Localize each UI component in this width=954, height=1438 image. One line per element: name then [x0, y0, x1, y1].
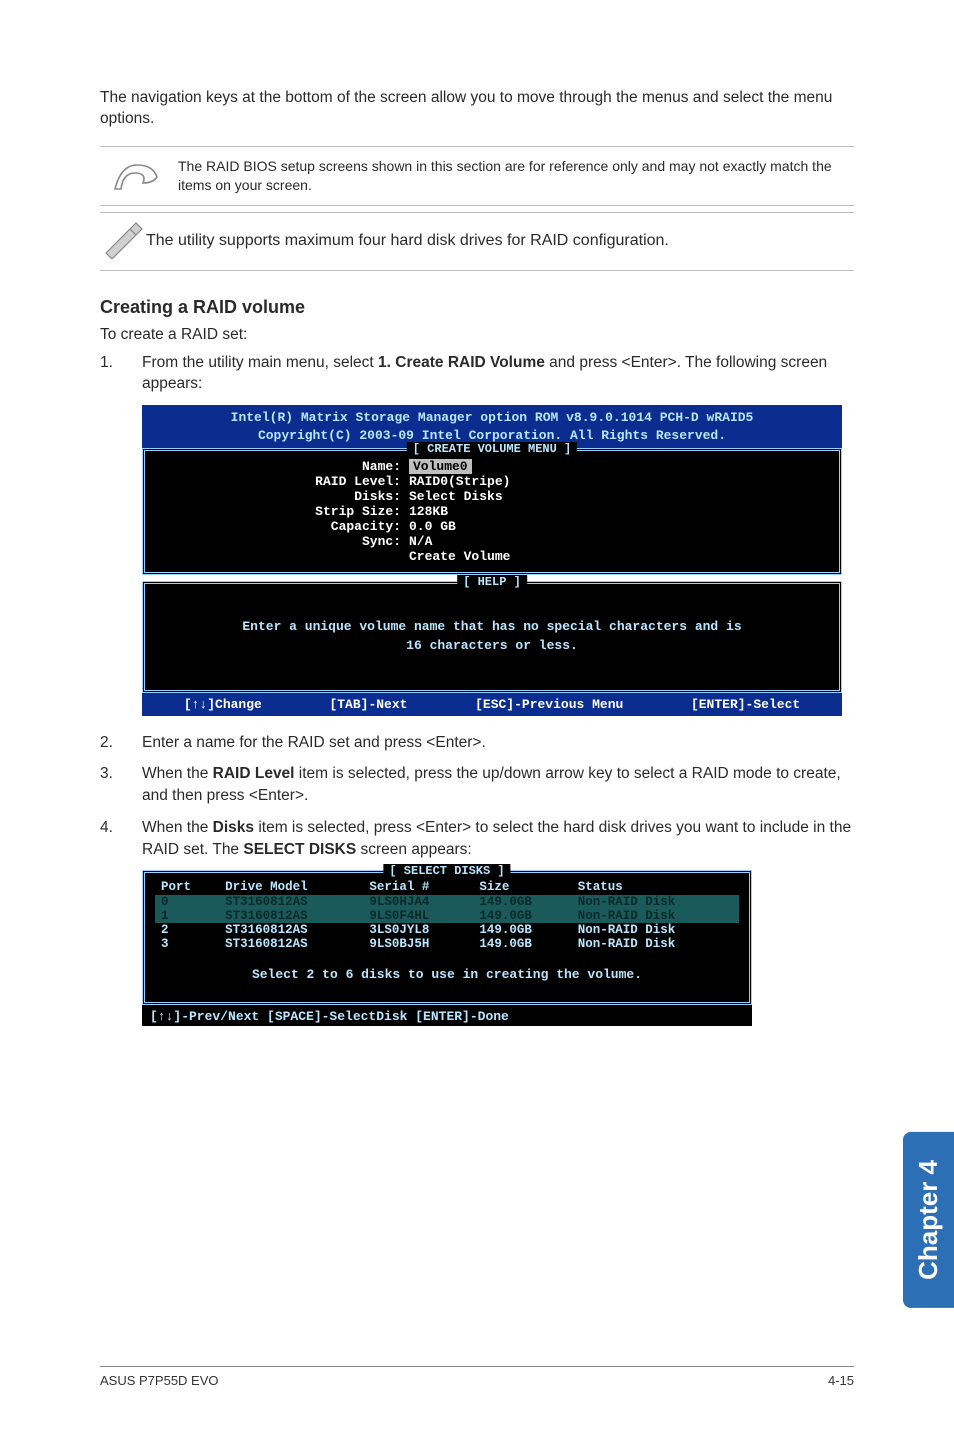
field-disks-value[interactable]: Select Disks	[409, 489, 503, 504]
field-disks-label: Disks:	[159, 489, 409, 504]
select-disks-footer-keys: [↑↓]-Prev/Next [SPACE]-SelectDisk [ENTER…	[142, 1005, 752, 1026]
note-box-2: The utility supports maximum four hard d…	[100, 212, 854, 271]
bios-help-panel: [ HELP ] Enter a unique volume name that…	[142, 581, 842, 693]
field-strip-value[interactable]: 128KB	[409, 504, 448, 519]
cell-serial: 9LS0F4HL	[363, 909, 473, 923]
step-3: 3. When the RAID Level item is selected,…	[100, 763, 854, 806]
key-prev: [ESC]-Previous Menu	[475, 697, 623, 712]
step-1: 1. From the utility main menu, select 1.…	[100, 352, 854, 395]
cell-serial: 9LS0HJA4	[363, 895, 473, 909]
cell-model: ST3160812AS	[219, 923, 363, 937]
step-2: 2. Enter a name for the RAID set and pre…	[100, 732, 854, 754]
cell-model: ST3160812AS	[219, 909, 363, 923]
cell-serial: 3LS0JYL8	[363, 923, 473, 937]
bios-create-volume-screen: Intel(R) Matrix Storage Manager option R…	[142, 405, 842, 716]
cell-size: 149.0GB	[473, 923, 571, 937]
key-next: [TAB]-Next	[329, 697, 407, 712]
bios-header-line1: Intel(R) Matrix Storage Manager option R…	[150, 409, 834, 427]
page-footer: ASUS P7P55D EVO 4-15	[100, 1366, 854, 1388]
cell-port: 3	[155, 937, 219, 951]
table-row[interactable]: 1 ST3160812AS 9LS0F4HL 149.0GB Non-RAID …	[155, 909, 739, 923]
col-model: Drive Model	[219, 879, 363, 895]
step-1-text-pre: From the utility main menu, select	[142, 354, 378, 371]
cell-size: 149.0GB	[473, 895, 571, 909]
table-row[interactable]: 3 ST3160812AS 9LS0BJ5H 149.0GB Non-RAID …	[155, 937, 739, 951]
select-disks-table: Port Drive Model Serial # Size Status 0 …	[155, 879, 739, 951]
step-4-pre: When the	[142, 819, 213, 836]
note-2-text: The utility supports maximum four hard d…	[146, 232, 669, 250]
step-3-pre: When the	[142, 765, 213, 782]
cell-status: Non-RAID Disk	[572, 923, 739, 937]
bios-panel1-title: [ CREATE VOLUME MENU ]	[407, 442, 577, 456]
cell-port: 0	[155, 895, 219, 909]
col-size: Size	[473, 879, 571, 895]
chapter-tab: Chapter 4	[903, 1132, 954, 1308]
step-2-text: Enter a name for the RAID set and press …	[142, 732, 854, 754]
footer-right: 4-15	[828, 1373, 854, 1388]
help-line-1: Enter a unique volume name that has no s…	[169, 618, 815, 637]
bios-select-disks-panel: [ SELECT DISKS ] Port Drive Model Serial…	[142, 870, 752, 1005]
note-hand-icon	[100, 159, 172, 193]
cell-port: 2	[155, 923, 219, 937]
cell-size: 149.0GB	[473, 909, 571, 923]
step-3-bold: RAID Level	[213, 765, 295, 782]
section-subline: To create a RAID set:	[100, 326, 854, 344]
col-port: Port	[155, 879, 219, 895]
field-raid-label: RAID Level:	[159, 474, 409, 489]
step-4-num: 4.	[100, 817, 142, 860]
field-strip-label: Strip Size:	[159, 504, 409, 519]
table-header-row: Port Drive Model Serial # Size Status	[155, 879, 739, 895]
step-1-bold: 1. Create RAID Volume	[378, 354, 545, 371]
field-sync-label: Sync:	[159, 534, 409, 549]
field-raid-value[interactable]: RAID0(Stripe)	[409, 474, 510, 489]
field-capacity-value[interactable]: 0.0 GB	[409, 519, 456, 534]
select-disks-msg: Select 2 to 6 disks to use in creating t…	[155, 967, 739, 982]
step-4: 4. When the Disks item is selected, pres…	[100, 817, 854, 860]
field-sync-value: N/A	[409, 534, 432, 549]
step-4-bold1: Disks	[213, 819, 254, 836]
step-2-num: 2.	[100, 732, 142, 754]
intro-paragraph: The navigation keys at the bottom of the…	[100, 88, 854, 130]
cell-model: ST3160812AS	[219, 895, 363, 909]
col-status: Status	[572, 879, 739, 895]
section-heading: Creating a RAID volume	[100, 297, 854, 318]
table-row[interactable]: 2 ST3160812AS 3LS0JYL8 149.0GB Non-RAID …	[155, 923, 739, 937]
bios-panel2-title: [ HELP ]	[457, 575, 527, 589]
note-1-text: The RAID BIOS setup screens shown in thi…	[172, 153, 854, 199]
bios2-panel-title: [ SELECT DISKS ]	[383, 864, 510, 878]
step-4-post: screen appears:	[356, 841, 471, 858]
field-capacity-label: Capacity:	[159, 519, 409, 534]
cell-serial: 9LS0BJ5H	[363, 937, 473, 951]
step-1-num: 1.	[100, 352, 142, 395]
note-pencil-icon	[100, 219, 146, 264]
step-3-num: 3.	[100, 763, 142, 806]
help-line-2: 16 characters or less.	[169, 637, 815, 656]
cell-size: 149.0GB	[473, 937, 571, 951]
create-volume-action[interactable]: Create Volume	[409, 549, 510, 564]
footer-left: ASUS P7P55D EVO	[100, 1373, 219, 1388]
table-row[interactable]: 0 ST3160812AS 9LS0HJA4 149.0GB Non-RAID …	[155, 895, 739, 909]
cell-model: ST3160812AS	[219, 937, 363, 951]
key-change: [↑↓]Change	[184, 697, 262, 712]
cell-status: Non-RAID Disk	[572, 937, 739, 951]
bios-create-volume-panel: [ CREATE VOLUME MENU ] Name:Volume0 RAID…	[142, 448, 842, 575]
key-select: [ENTER]-Select	[691, 697, 800, 712]
note-box-1: The RAID BIOS setup screens shown in thi…	[100, 146, 854, 206]
field-name-label: Name:	[159, 459, 409, 474]
cell-port: 1	[155, 909, 219, 923]
bios-footer-keys: [↑↓]Change [TAB]-Next [ESC]-Previous Men…	[142, 693, 842, 716]
cell-status: Non-RAID Disk	[572, 909, 739, 923]
field-name-value[interactable]: Volume0	[409, 459, 472, 474]
col-serial: Serial #	[363, 879, 473, 895]
bios-select-disks-screen: [ SELECT DISKS ] Port Drive Model Serial…	[142, 870, 752, 1026]
cell-status: Non-RAID Disk	[572, 895, 739, 909]
step-4-bold2: SELECT DISKS	[243, 841, 356, 858]
